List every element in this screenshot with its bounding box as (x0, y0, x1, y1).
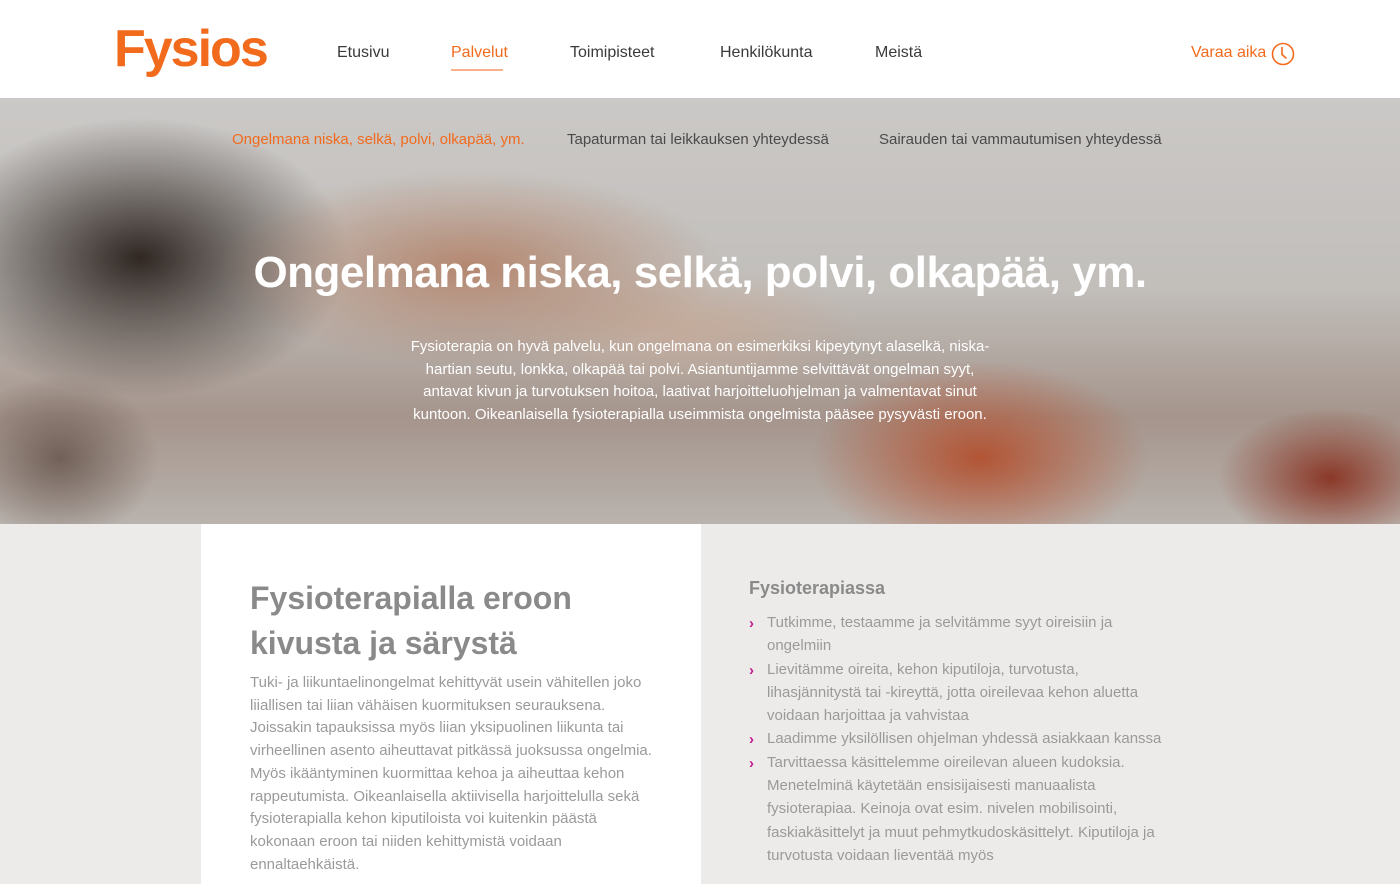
chevron-right-icon: › (749, 615, 754, 632)
list-item: › Tarvittaessa käsittelemme oireilevan a… (749, 751, 1169, 867)
subnav-item-tapaturman[interactable]: Tapaturman tai leikkauksen yhteydessä (567, 131, 829, 148)
list-item: › Lievitämme oireita, kehon kiputiloja, … (749, 658, 1169, 728)
page-title: Ongelmana niska, selkä, polvi, olkapää, … (253, 248, 1147, 297)
list-item-text: Lievitämme oireita, kehon kiputiloja, tu… (767, 660, 1139, 725)
hero-image (0, 98, 1400, 524)
hero-description: Fysioterapia on hyvä palvelu, kun ongelm… (410, 338, 990, 423)
book-appointment-link[interactable]: Varaa aika (1191, 44, 1266, 62)
main-nav: Etusivu Palvelut Toimipisteet Henkilökun… (0, 44, 1400, 68)
subnav-item-sairauden[interactable]: Sairauden tai vammautumisen yhteydessä (879, 131, 1162, 148)
nav-item-etusivu[interactable]: Etusivu (337, 44, 389, 62)
subnav-item-ongelmana[interactable]: Ongelmana niska, selkä, polvi, olkapää, … (232, 131, 525, 148)
intro-panel: Fysioterapialla eroon kivusta ja särystä… (201, 524, 701, 884)
list-item: › Tutkimme, testaamme ja selvitämme syyt… (749, 611, 1169, 658)
active-nav-indicator (451, 69, 503, 71)
clock-icon[interactable] (1271, 42, 1295, 66)
list-item-text: Tarvittaessa käsittelemme oireilevan alu… (767, 753, 1155, 864)
nav-item-henkilokunta[interactable]: Henkilökunta (720, 44, 813, 62)
list-item: › Laadimme yksilöllisen ohjelman yhdessä… (749, 727, 1169, 750)
intro-text: Tuki- ja liikuntaelinongelmat kehittyvät… (250, 674, 652, 873)
hero-banner: Ongelmana niska, selkä, polvi, olkapää, … (0, 98, 1400, 524)
intro-heading: Fysioterapialla eroon kivusta ja särystä (250, 580, 572, 661)
nav-item-palvelut[interactable]: Palvelut (451, 44, 508, 62)
nav-item-meista[interactable]: Meistä (875, 44, 922, 62)
services-heading: Fysioterapiassa (749, 578, 886, 598)
list-item-text: Laadimme yksilöllisen ohjelman yhdessä a… (767, 730, 1162, 748)
list-item-text: Tutkimme, testaamme ja selvitämme syyt o… (767, 614, 1113, 655)
services-panel: Fysioterapiassa › Tutkimme, testaamme ja… (701, 524, 1400, 884)
chevron-right-icon: › (749, 661, 754, 679)
nav-item-toimipisteet[interactable]: Toimipisteet (570, 44, 654, 62)
site-header: Fysios Etusivu Palvelut Toimipisteet Hen… (0, 0, 1400, 98)
chevron-right-icon: › (749, 731, 754, 749)
services-list: › Tutkimme, testaamme ja selvitämme syyt… (749, 611, 1169, 867)
chevron-right-icon: › (749, 754, 754, 772)
